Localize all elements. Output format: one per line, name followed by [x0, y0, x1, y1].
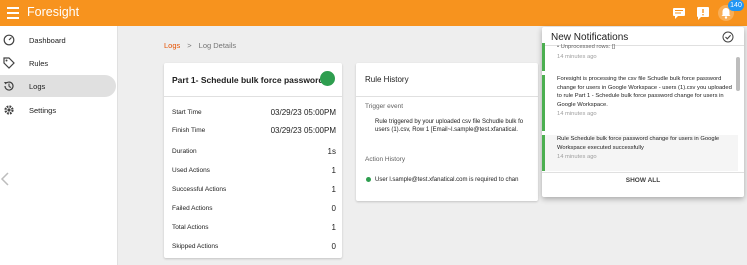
sidebar-item-settings[interactable]: Settings [0, 99, 116, 121]
stat-row-start-time: Start Time 03/29/23 05:00PM [172, 108, 336, 117]
dashboard-icon [3, 34, 15, 46]
notification-count-badge: 140 [728, 0, 744, 11]
breadcrumb-separator: > [187, 41, 192, 50]
stat-row-finish-time: Finish Time 03/29/23 05:00PM [172, 126, 336, 135]
feedback-icon[interactable] [695, 5, 711, 21]
breadcrumb: Logs > Log Details [164, 41, 236, 50]
notification-item[interactable]: Rule Schedule bulk force password change… [542, 135, 738, 171]
menu-icon[interactable] [7, 7, 19, 19]
stat-row-used-actions: Used Actions 1 [172, 166, 336, 175]
log-summary-card: Part 1- Schedule bulk force password cha… [164, 63, 342, 258]
trigger-event-line: users (1).csv, Row 1 [Email~l.sample@tes… [375, 127, 518, 133]
sidebar-item-label: Settings [29, 106, 57, 115]
rule-history-card: Rule History Trigger event Rule triggere… [356, 63, 538, 201]
notification-message: • Unprocessed rows: [] [557, 44, 616, 50]
stat-row-total-actions: Total Actions 1 [172, 223, 336, 232]
divider [542, 172, 744, 173]
stat-row-failed-actions: Failed Actions 0 [172, 204, 336, 213]
sidebar-item-dashboard[interactable]: Dashboard [0, 29, 116, 51]
stat-row-successful-actions: Successful Actions 1 [172, 185, 336, 194]
notifications-title: New Notifications [551, 32, 629, 43]
notification-time: 14 minutes ago [557, 154, 597, 160]
rule-history-title: Rule History [365, 75, 409, 84]
history-icon [4, 81, 14, 91]
scrollbar[interactable] [736, 57, 740, 91]
show-all-button[interactable]: SHOW ALL [542, 177, 744, 184]
notification-item[interactable]: • Unprocessed rows: [] 14 minutes ago [542, 43, 738, 71]
stat-row-duration: Duration 1s [172, 147, 336, 156]
action-history-label: Action History [365, 156, 406, 163]
rules-icon [3, 57, 15, 69]
sidebar-item-rules[interactable]: Rules [0, 52, 116, 74]
notification-item[interactable]: Foresight is processing the csv file Sch… [542, 75, 738, 131]
notification-message: Foresight is processing the csv file Sch… [557, 76, 732, 108]
action-success-dot [366, 177, 371, 182]
notification-message: Rule Schedule bulk force password change… [557, 136, 720, 151]
status-indicator [320, 71, 335, 86]
sidebar: Dashboard Rules Logs Settings [0, 26, 118, 265]
trigger-event-line: Rule triggered by your uploaded csv file… [375, 119, 524, 125]
divider [164, 96, 342, 97]
breadcrumb-logs-link[interactable]: Logs [164, 41, 180, 50]
sidebar-item-label: Logs [29, 82, 46, 91]
app-title[interactable]: Foresight [27, 5, 79, 19]
sidebar-item-label: Rules [29, 59, 49, 68]
action-history-entry: User l.sample@test.xfanatical.com is req… [375, 177, 519, 183]
breadcrumb-current: Log Details [198, 41, 237, 50]
top-app-bar: Foresight 140 [0, 0, 747, 26]
notification-time: 14 minutes ago [557, 53, 597, 60]
notifications-panel: New Notifications • Unprocessed rows: []… [542, 27, 744, 197]
chevron-left-icon[interactable] [0, 172, 10, 186]
sidebar-item-logs[interactable]: Logs [0, 75, 116, 97]
notification-time: 14 minutes ago [557, 111, 597, 117]
rule-run-title: Part 1- Schedule bulk force password cha… [172, 75, 327, 85]
gear-icon [4, 105, 14, 115]
chat-icon[interactable] [671, 5, 687, 21]
divider [356, 96, 538, 97]
mark-all-read-icon[interactable] [722, 31, 734, 43]
trigger-event-label: Trigger event [365, 103, 404, 110]
stat-row-skipped-actions: Skipped Actions 0 [172, 242, 336, 251]
sidebar-item-label: Dashboard [29, 36, 66, 45]
